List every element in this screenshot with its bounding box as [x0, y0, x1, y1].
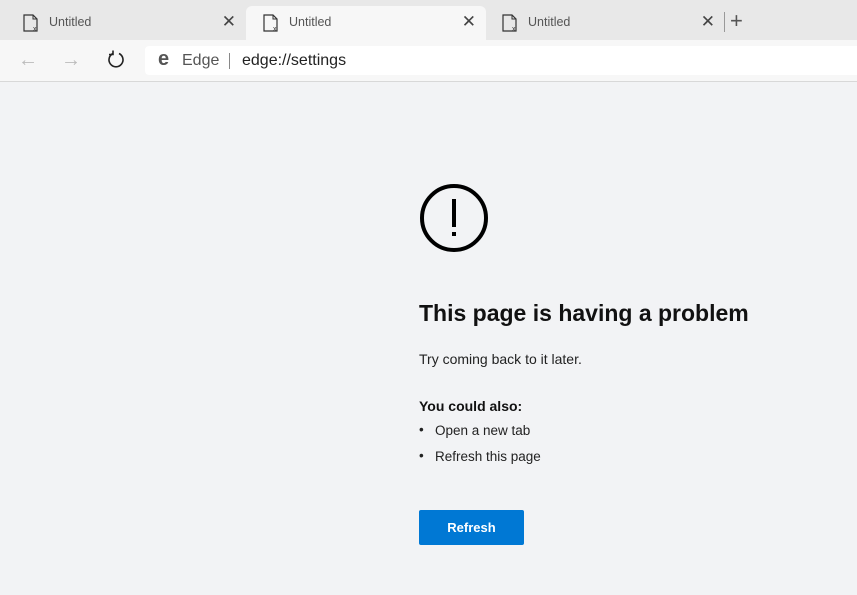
tab-1[interactable]: x Untitled ✕ — [6, 6, 246, 40]
tab-close-button[interactable]: ✕ — [222, 12, 236, 32]
back-button[interactable]: ← — [18, 49, 38, 72]
svg-text:x: x — [33, 26, 37, 32]
address-bar[interactable]: e Edge edge://settings — [145, 46, 857, 75]
error-subtext: Try coming back to it later. — [419, 351, 582, 367]
reload-button[interactable] — [106, 50, 126, 70]
tab-3[interactable]: x Untitled ✕ — [485, 6, 725, 40]
tab-2[interactable]: x Untitled ✕ — [246, 6, 486, 40]
svg-text:x: x — [273, 26, 277, 32]
tab-title: Untitled — [49, 15, 92, 29]
suggestions-list: Open a new tab Refresh this page — [419, 422, 541, 475]
tab-title: Untitled — [289, 15, 332, 29]
tab-close-button[interactable]: ✕ — [462, 12, 476, 32]
list-item: Refresh this page — [419, 448, 541, 475]
warning-circle-icon — [420, 184, 488, 252]
error-content: This page is having a problem Try coming… — [419, 183, 749, 545]
site-label: Edge — [182, 52, 220, 69]
page-error-icon: x — [23, 14, 38, 32]
error-heading: This page is having a problem — [419, 300, 749, 326]
page-error-icon: x — [263, 14, 278, 32]
edge-logo-icon: e — [158, 48, 170, 70]
tab-title: Untitled — [528, 15, 571, 29]
tab-strip: x Untitled ✕ x Untitled ✕ x Untitled ✕ + — [0, 0, 857, 40]
new-tab-button[interactable]: + — [730, 10, 743, 32]
svg-text:x: x — [512, 26, 516, 32]
tab-separator — [724, 12, 725, 32]
url-text[interactable]: edge://settings — [242, 52, 346, 70]
list-item: Open a new tab — [419, 422, 541, 449]
page-error-icon: x — [502, 14, 517, 32]
tab-close-button[interactable]: ✕ — [701, 12, 715, 32]
suggestions-label: You could also: — [419, 398, 523, 414]
refresh-button[interactable]: Refresh — [419, 510, 524, 545]
address-divider — [229, 53, 230, 69]
forward-button[interactable]: → — [61, 49, 81, 72]
